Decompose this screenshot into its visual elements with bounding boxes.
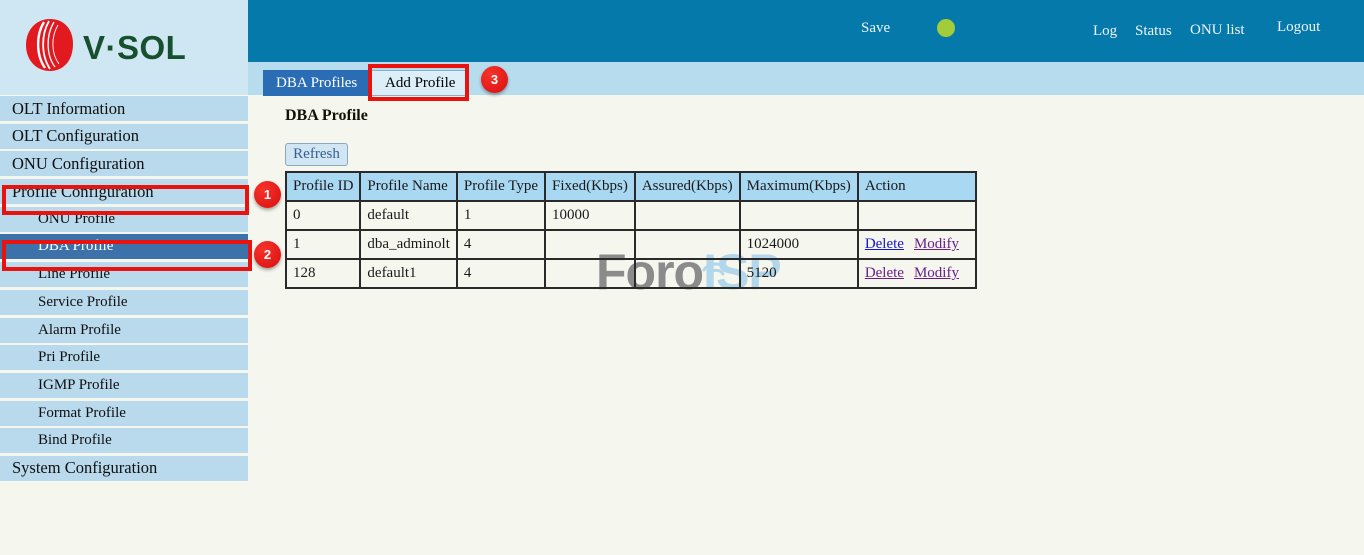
col-header-maximum: Maximum(Kbps) bbox=[740, 172, 858, 201]
cell-action: Delete Modify bbox=[858, 259, 976, 288]
table-row: 128 default1 4 5120 Delete Modify bbox=[286, 259, 976, 288]
cell-profile-name: dba_adminolt bbox=[360, 230, 457, 259]
brand-name: V·SOL bbox=[83, 29, 186, 67]
tab-add-profile[interactable]: Add Profile bbox=[371, 70, 469, 96]
cell-profile-type: 1 bbox=[457, 201, 545, 230]
sidebar-item-onu-profile[interactable]: ONU Profile bbox=[0, 207, 248, 232]
cell-action bbox=[858, 201, 976, 230]
tab-dba-profiles[interactable]: DBA Profiles bbox=[263, 70, 370, 96]
log-link[interactable]: Log bbox=[1093, 23, 1117, 40]
sidebar-item-onu-configuration[interactable]: ONU Configuration bbox=[0, 151, 248, 176]
cell-assured bbox=[635, 259, 740, 288]
sidebar-item-pri-profile[interactable]: Pri Profile bbox=[0, 345, 248, 370]
status-link[interactable]: Status bbox=[1135, 23, 1172, 40]
cell-profile-type: 4 bbox=[457, 230, 545, 259]
table-row: 0 default 1 10000 bbox=[286, 201, 976, 230]
sidebar-item-bind-profile[interactable]: Bind Profile bbox=[0, 428, 248, 453]
sidebar-item-line-profile[interactable]: Line Profile bbox=[0, 262, 248, 287]
sidebar-item-system-configuration[interactable]: System Configuration bbox=[0, 456, 248, 481]
logout-link[interactable]: Logout bbox=[1277, 19, 1320, 36]
sidebar: OLT Information OLT Configuration ONU Co… bbox=[0, 96, 248, 484]
cell-fixed: 10000 bbox=[545, 201, 635, 230]
cell-fixed bbox=[545, 230, 635, 259]
col-header-fixed: Fixed(Kbps) bbox=[545, 172, 635, 201]
cell-profile-id: 1 bbox=[286, 230, 360, 259]
sidebar-item-igmp-profile[interactable]: IGMP Profile bbox=[0, 373, 248, 398]
col-header-profile-id: Profile ID bbox=[286, 172, 360, 201]
sidebar-item-olt-information[interactable]: OLT Information bbox=[0, 96, 248, 121]
cell-fixed bbox=[545, 259, 635, 288]
annotation-callout-1: 1 bbox=[254, 181, 281, 208]
cell-assured bbox=[635, 230, 740, 259]
col-header-assured: Assured(Kbps) bbox=[635, 172, 740, 201]
cell-assured bbox=[635, 201, 740, 230]
tabbar: DBA Profiles Add Profile bbox=[248, 62, 1364, 95]
modify-link[interactable]: Modify bbox=[914, 265, 959, 281]
modify-link[interactable]: Modify bbox=[914, 236, 959, 252]
sidebar-item-service-profile[interactable]: Service Profile bbox=[0, 290, 248, 315]
col-header-profile-type: Profile Type bbox=[457, 172, 545, 201]
cell-profile-type: 4 bbox=[457, 259, 545, 288]
sidebar-item-format-profile[interactable]: Format Profile bbox=[0, 401, 248, 426]
dba-profile-table: Profile ID Profile Name Profile Type Fix… bbox=[285, 171, 977, 289]
save-button[interactable]: Save bbox=[861, 20, 890, 37]
sidebar-item-dba-profile[interactable]: DBA Profile bbox=[0, 234, 248, 259]
table-row: 1 dba_adminolt 4 1024000 Delete Modify bbox=[286, 230, 976, 259]
status-dot-icon bbox=[937, 19, 955, 37]
col-header-profile-name: Profile Name bbox=[360, 172, 457, 201]
cell-profile-name: default bbox=[360, 201, 457, 230]
sidebar-item-profile-configuration[interactable]: Profile Configuration bbox=[0, 179, 248, 204]
logo-box: V·SOL bbox=[0, 0, 248, 95]
sidebar-item-alarm-profile[interactable]: Alarm Profile bbox=[0, 318, 248, 343]
cell-profile-id: 0 bbox=[286, 201, 360, 230]
delete-link[interactable]: Delete bbox=[865, 236, 904, 252]
annotation-callout-3: 3 bbox=[481, 66, 508, 93]
sidebar-item-olt-configuration[interactable]: OLT Configuration bbox=[0, 124, 248, 149]
vsol-logo-icon bbox=[22, 17, 76, 78]
cell-maximum bbox=[740, 201, 858, 230]
cell-profile-id: 128 bbox=[286, 259, 360, 288]
cell-maximum: 1024000 bbox=[740, 230, 858, 259]
onu-list-link[interactable]: ONU list bbox=[1190, 22, 1245, 39]
cell-profile-name: default1 bbox=[360, 259, 457, 288]
refresh-button[interactable]: Refresh bbox=[285, 143, 348, 166]
page-title: DBA Profile bbox=[285, 107, 368, 125]
delete-link[interactable]: Delete bbox=[865, 265, 904, 281]
cell-maximum: 5120 bbox=[740, 259, 858, 288]
table-header-row: Profile ID Profile Name Profile Type Fix… bbox=[286, 172, 976, 201]
annotation-callout-2: 2 bbox=[254, 241, 281, 268]
cell-action: Delete Modify bbox=[858, 230, 976, 259]
col-header-action: Action bbox=[858, 172, 976, 201]
